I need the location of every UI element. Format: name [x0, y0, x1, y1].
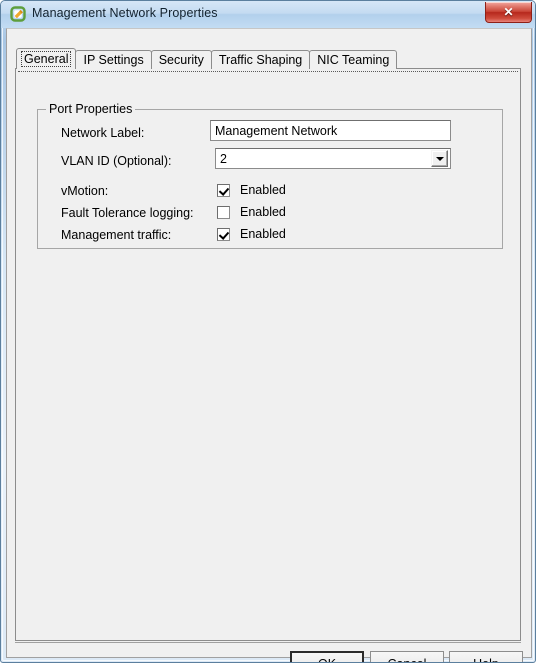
network-label-input[interactable]: [210, 120, 451, 141]
vmotion-label: vMotion:: [61, 184, 109, 198]
vlan-id-combobox[interactable]: 2: [215, 148, 451, 169]
help-button[interactable]: Help: [449, 651, 523, 663]
fault-tolerance-checkbox-label: Enabled: [240, 205, 286, 219]
cancel-button-label: Cancel: [388, 657, 427, 663]
close-icon: ✕: [503, 5, 514, 19]
title-bar[interactable]: Management Network Properties ✕: [1, 1, 535, 28]
tab-general[interactable]: General: [16, 48, 77, 69]
tab-ip-settings-label: IP Settings: [83, 53, 144, 67]
tab-general-label: General: [21, 51, 72, 67]
vlan-id-dropdown-button[interactable]: [431, 150, 448, 167]
help-accelerator: H: [473, 657, 482, 663]
management-traffic-checkbox[interactable]: [217, 227, 230, 241]
fault-tolerance-logging-label: Fault Tolerance logging:: [61, 206, 194, 220]
tab-security[interactable]: Security: [150, 50, 212, 69]
tab-security-label: Security: [158, 53, 204, 67]
ok-button[interactable]: OK: [290, 651, 364, 663]
dialog-client-area: General IP Settings Security Traffic Sha…: [6, 28, 532, 662]
tab-ip-settings[interactable]: IP Settings: [75, 50, 152, 69]
tab-panel-general: Port Properties Network Label: VLAN ID (…: [15, 68, 521, 641]
help-button-label: Help: [473, 657, 499, 663]
tab-traffic-shaping[interactable]: Traffic Shaping: [210, 50, 311, 69]
window-title: Management Network Properties: [32, 6, 218, 20]
chevron-down-icon: [435, 156, 444, 161]
tab-traffic-shaping-label: Traffic Shaping: [218, 53, 303, 67]
fault-tolerance-checkbox[interactable]: [217, 205, 230, 219]
management-traffic-checkbox-label: Enabled: [240, 227, 286, 241]
port-properties-group-title: Port Properties: [46, 102, 136, 116]
ok-button-label: OK: [318, 657, 336, 663]
network-label-label: Network Label:: [61, 126, 145, 140]
tab-nic-teaming[interactable]: NIC Teaming: [309, 50, 398, 69]
management-traffic-checkbox-row[interactable]: Enabled: [217, 227, 286, 241]
close-button[interactable]: ✕: [485, 2, 532, 23]
cancel-button[interactable]: Cancel: [370, 651, 444, 663]
vlan-id-label: VLAN ID (Optional):: [61, 154, 172, 168]
footer-separator: [15, 642, 521, 643]
fault-tolerance-checkbox-row[interactable]: Enabled: [217, 205, 286, 219]
vmotion-checkbox-row[interactable]: Enabled: [217, 183, 286, 197]
vmotion-checkbox-label: Enabled: [240, 183, 286, 197]
management-traffic-label: Management traffic:: [61, 228, 172, 242]
vlan-id-value: 2: [220, 151, 227, 166]
vmotion-checkbox[interactable]: [217, 183, 230, 197]
vsphere-portgroup-icon: [10, 6, 27, 23]
dialog-window: Management Network Properties ✕ General …: [0, 0, 536, 663]
tab-strip: General IP Settings Security Traffic Sha…: [16, 48, 398, 69]
help-rest: elp: [482, 657, 499, 663]
tab-nic-teaming-label: NIC Teaming: [317, 53, 390, 67]
